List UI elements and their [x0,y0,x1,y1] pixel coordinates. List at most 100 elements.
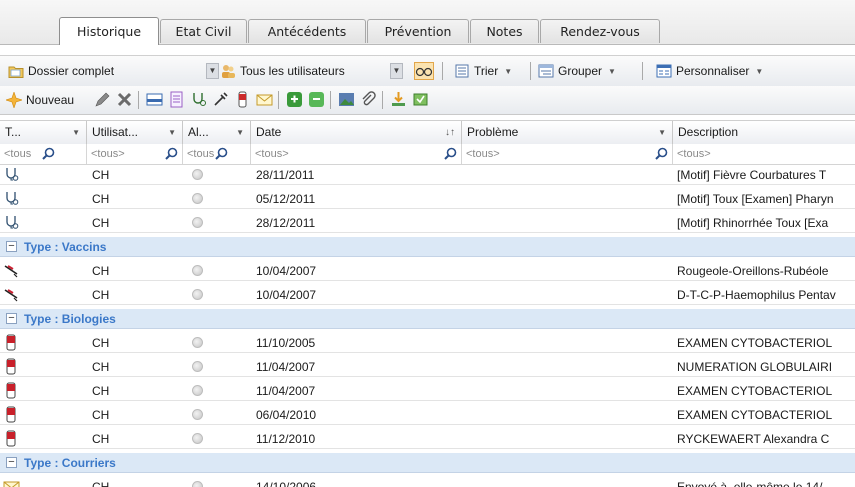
biology-icon[interactable] [234,91,251,108]
tab-notes[interactable]: Notes [470,19,539,43]
vaccine-icon[interactable] [212,91,229,108]
chevron-down-icon[interactable]: ▼ [608,67,616,76]
collapse-icon[interactable]: − [6,313,17,324]
search-icon[interactable] [444,147,457,160]
test-tube-icon [6,382,16,399]
chevron-down-icon[interactable]: ▼ [504,67,512,76]
column-header-label: Al... [188,125,209,139]
group-button[interactable]: Grouper ▼ [538,60,616,82]
column-header-alert[interactable]: Al... ▼ [183,121,251,144]
sort-button[interactable]: Trier ▼ [454,60,512,82]
glasses-icon[interactable] [414,62,434,80]
tab-prevention[interactable]: Prévention [367,19,469,43]
users-dropdown[interactable]: Tous les utilisateurs ▼ [220,60,403,82]
search-icon[interactable] [165,147,178,160]
filter-alert[interactable]: <tous [183,144,251,164]
problem-cell [467,285,667,305]
status-dot-icon [192,169,203,180]
stethoscope-icon [6,168,19,181]
filter-date[interactable]: <tous> [251,144,462,164]
date-cell: 11/12/2010 [256,432,316,446]
table-row[interactable]: CH 11/04/2007 EXAMEN CYTOBACTERIOL [0,381,855,401]
column-header-type[interactable]: T... ▼ [0,121,87,144]
table-row[interactable]: CH 05/12/2011 [Motif] Toux [Examen] Pharyn [0,189,855,209]
filter-user[interactable]: <tous> [87,144,183,164]
column-header-date[interactable]: Date ↓↑ [251,121,462,144]
group-row[interactable]: − Type : Vaccins [0,237,855,257]
sort-descending-icon[interactable]: ↓↑ [445,121,455,144]
column-header-problem[interactable]: Problème ▼ [462,121,673,144]
filter-dropdown-icon[interactable]: ▼ [658,121,666,144]
filter-description[interactable]: <tous> [673,144,855,164]
image-icon[interactable] [338,91,355,108]
table-row[interactable]: CH 11/04/2007 NUMERATION GLOBULAIRI [0,357,855,377]
table-row[interactable]: CH 28/11/2011 [Motif] Fièvre Courbatures T [0,165,855,185]
alert-indicator-icon [192,381,212,401]
table-row[interactable]: CH 14/10/2006 Envoyé à .elle-même le 14/ [0,477,855,487]
group-label: Type : Courriers [24,456,116,470]
collapse-icon[interactable]: − [6,457,17,468]
problem-cell [467,477,667,487]
date-cell: 14/10/2006 [256,480,317,487]
customize-button[interactable]: Personnaliser ▼ [656,60,763,82]
dossier-dropdown[interactable]: Dossier complet ▼ [8,60,219,82]
filter-row: <tous <tous> <tous <tous> <tous> <tous> [0,144,855,165]
chevron-down-icon[interactable]: ▼ [206,63,219,79]
filter-type[interactable]: <tous [0,144,87,164]
filter-value: <tous [4,148,32,160]
filter-dropdown-icon[interactable]: ▼ [236,121,244,144]
users-label: Tous les utilisateurs [240,64,345,78]
filter-dropdown-icon[interactable]: ▼ [168,121,176,144]
prescription-alt-icon[interactable] [308,91,325,108]
problem-cell [467,429,667,449]
table-row[interactable]: CH 11/12/2010 RYCKEWAERT Alexandra C [0,429,855,449]
column-header-user[interactable]: Utilisat... ▼ [87,121,183,144]
table-row[interactable]: CH 10/04/2007 Rougeole-Oreillons-Rubéole [0,261,855,281]
toolbar-separator [278,91,279,109]
collapse-icon[interactable]: − [6,241,17,252]
table-row[interactable]: CH 28/12/2011 [Motif] Rhinorrhée Toux [Exa [0,213,855,233]
search-icon[interactable] [655,147,668,160]
status-dot-icon [192,361,203,372]
chevron-down-icon[interactable]: ▼ [755,67,763,76]
table-row[interactable]: CH 06/04/2010 EXAMEN CYTOBACTERIOL [0,405,855,425]
user-cell: CH [92,264,110,278]
prescription-icon[interactable] [286,91,303,108]
table-row[interactable]: CH 10/04/2007 D-T-C-P-Haemophilus Pentav [0,285,855,305]
export-icon[interactable] [412,91,429,108]
sparkle-icon [6,92,22,108]
search-icon[interactable] [42,147,55,160]
user-cell: CH [92,432,110,446]
tab-etat-civil[interactable]: Etat Civil [160,19,247,43]
alert-indicator-icon [192,477,212,487]
import-icon[interactable] [390,91,407,108]
alert-indicator-icon [192,261,212,281]
group-row[interactable]: − Type : Biologies [0,309,855,329]
tab-antecedents[interactable]: Antécédents [248,19,366,43]
group-icon [538,64,554,78]
new-button[interactable]: Nouveau [6,89,74,111]
table-row[interactable]: CH 11/10/2005 EXAMEN CYTOBACTERIOL [0,333,855,353]
search-icon[interactable] [215,147,228,160]
delete-icon[interactable] [116,91,133,108]
letter-icon[interactable] [256,91,273,108]
problem-cell [467,333,667,353]
attachment-icon[interactable] [360,91,377,108]
pencil-icon[interactable] [94,91,111,108]
filter-value: <tous [187,148,215,160]
group-row[interactable]: − Type : Courriers [0,453,855,473]
description-cell: EXAMEN CYTOBACTERIOL [677,336,833,350]
html-export-icon[interactable] [146,91,163,108]
filter-dropdown-icon[interactable]: ▼ [72,121,80,144]
user-cell: CH [92,336,110,350]
problem-cell [467,405,667,425]
document-icon[interactable] [168,91,185,108]
description-cell: [Motif] Toux [Examen] Pharyn [677,192,834,206]
tab-rendez-vous[interactable]: Rendez-vous [540,19,660,43]
problem-cell [467,213,667,233]
filter-problem[interactable]: <tous> [462,144,673,164]
chevron-down-icon[interactable]: ▼ [390,63,403,79]
consultation-icon[interactable] [190,91,207,108]
column-header-description[interactable]: Description [673,121,855,144]
tab-historique[interactable]: Historique [59,17,159,45]
